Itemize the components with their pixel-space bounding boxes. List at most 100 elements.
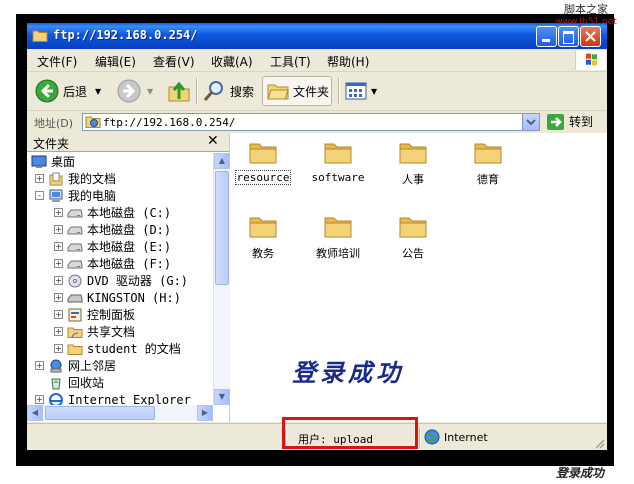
views-icon <box>345 82 367 100</box>
login-success-overlay: 登录成功 <box>292 358 404 387</box>
folder-icon <box>249 143 277 164</box>
forward-dropdown-icon[interactable]: ▼ <box>147 87 153 96</box>
menu-edit[interactable]: 编辑(E) <box>95 53 136 70</box>
scroll-down-icon[interactable]: ▼ <box>214 389 230 405</box>
search-button[interactable]: 搜索 <box>202 76 254 106</box>
tree-vertical-scrollbar[interactable]: ▲ ▼ <box>213 153 230 405</box>
expand-icon[interactable]: + <box>54 327 63 336</box>
dvd-icon <box>68 274 82 287</box>
tree-item[interactable]: + 本地磁盘 (D:) <box>54 221 171 238</box>
folder-icon <box>324 217 352 238</box>
tree-item[interactable]: + 网上邻居 <box>35 357 116 374</box>
tree-item-label: 我的电脑 <box>68 189 117 203</box>
folder-item[interactable]: 教师培训 <box>298 213 378 261</box>
screenshot-frame: ftp://192.168.0.254/ 文件(F) 编辑(E) 查看(V) 收… <box>16 14 614 466</box>
folder-icon <box>399 217 427 238</box>
folders-button[interactable]: 文件夹 <box>262 76 332 106</box>
address-bar: 地址(D) ftp://192.168.0.254/ 转到 <box>27 111 607 134</box>
forward-arrow-icon <box>117 79 141 103</box>
expand-icon[interactable]: + <box>35 395 44 404</box>
tree-item[interactable]: + 我的文档 <box>35 170 116 187</box>
address-dropdown-button[interactable] <box>522 114 539 130</box>
tree-item[interactable]: + 控制面板 <box>54 306 135 323</box>
tree-item[interactable]: + 本地磁盘 (C:) <box>54 204 171 221</box>
expand-icon[interactable]: + <box>35 174 44 183</box>
tree-item[interactable]: + 本地磁盘 (E:) <box>54 238 171 255</box>
watermark-url: www.Jb51.net <box>555 17 617 27</box>
go-button[interactable]: 转到 <box>547 113 593 130</box>
tree-horizontal-scrollbar[interactable]: ◀ ▶ <box>27 405 213 421</box>
folder-item[interactable]: resource <box>223 139 303 185</box>
tree-item[interactable]: + 共享文档 <box>54 323 135 340</box>
search-icon <box>203 81 223 101</box>
menu-tools[interactable]: 工具(T) <box>270 53 311 70</box>
folder-item[interactable]: 教务 <box>223 213 303 261</box>
folder-item[interactable]: software <box>298 139 378 184</box>
tree-item[interactable]: + 本地磁盘 (F:) <box>54 255 171 272</box>
tree-item[interactable]: 桌面 <box>31 153 75 170</box>
tree-item-label: 控制面板 <box>87 308 136 322</box>
tree-item[interactable]: - 我的电脑 <box>35 187 116 204</box>
views-button[interactable]: ▼ <box>345 76 377 106</box>
back-dropdown-icon[interactable]: ▼ <box>95 87 101 96</box>
menu-view[interactable]: 查看(V) <box>153 53 195 70</box>
tree-item-label: student 的文档 <box>87 342 181 356</box>
close-button[interactable] <box>580 26 601 47</box>
tree-item-label: DVD 驱动器 (G:) <box>87 274 189 288</box>
folder-item[interactable]: 人事 <box>373 139 453 187</box>
back-button[interactable]: 后退 ▼ <box>35 76 101 106</box>
expand-icon[interactable]: + <box>54 276 63 285</box>
close-icon <box>585 31 596 42</box>
menu-help[interactable]: 帮助(H) <box>327 53 369 70</box>
tree-item[interactable]: 回收站 <box>35 374 104 391</box>
drive-icon <box>67 209 83 217</box>
folder-item[interactable]: 公告 <box>373 213 453 261</box>
tree-item-label: 回收站 <box>68 376 105 390</box>
folders-pane-close-icon[interactable]: ✕ <box>207 133 219 149</box>
up-folder-button[interactable] <box>167 76 191 106</box>
highlight-box <box>282 417 418 449</box>
scroll-right-icon[interactable]: ▶ <box>197 405 213 421</box>
expand-icon[interactable]: + <box>35 361 44 370</box>
folder-icon <box>67 344 83 355</box>
scroll-left-icon[interactable]: ◀ <box>27 405 43 421</box>
windows-logo-icon <box>575 50 606 70</box>
tree-item-label: 共享文档 <box>87 325 136 339</box>
folders-label: 文件夹 <box>293 84 330 99</box>
maximize-button[interactable] <box>558 26 579 47</box>
resize-grip-icon[interactable] <box>593 437 605 449</box>
expand-icon[interactable]: + <box>54 208 63 217</box>
address-input[interactable]: ftp://192.168.0.254/ <box>82 113 540 131</box>
tree-item[interactable]: + student 的文档 <box>54 340 181 357</box>
folder-item[interactable]: 德育 <box>448 139 528 187</box>
status-zone-label: Internet <box>444 430 488 444</box>
menu-file[interactable]: 文件(F) <box>37 53 77 70</box>
explorer-window: ftp://192.168.0.254/ 文件(F) 编辑(E) 查看(V) 收… <box>27 23 607 450</box>
tree-item[interactable]: + KINGSTON (H:) <box>54 289 181 306</box>
desktop-icon <box>31 155 47 168</box>
tree-item[interactable]: + DVD 驱动器 (G:) <box>54 272 188 289</box>
expand-icon[interactable]: + <box>54 344 63 353</box>
views-dropdown-icon[interactable]: ▼ <box>371 87 377 96</box>
menu-favorites[interactable]: 收藏(A) <box>211 53 253 70</box>
up-folder-icon <box>168 81 190 102</box>
minimize-button[interactable] <box>536 26 557 47</box>
expand-icon[interactable]: + <box>54 293 63 302</box>
go-label: 转到 <box>569 115 594 129</box>
go-arrow-icon <box>547 113 564 130</box>
globe-icon <box>424 429 440 445</box>
collapse-icon[interactable]: - <box>35 191 44 200</box>
title-bar[interactable]: ftp://192.168.0.254/ <box>27 23 607 49</box>
hscroll-thumb[interactable] <box>45 406 155 420</box>
expand-icon[interactable]: + <box>54 225 63 234</box>
tree-item-label: KINGSTON (H:) <box>87 290 181 305</box>
folder-item-label: 德育 <box>477 173 499 186</box>
expand-icon[interactable]: + <box>54 310 63 319</box>
site-watermark: 脚本之家 www.Jb51.net <box>538 3 634 29</box>
minimize-icon <box>542 39 550 42</box>
back-arrow-icon <box>35 79 59 103</box>
shared-folder-icon <box>67 327 83 338</box>
expand-icon[interactable]: + <box>54 242 63 251</box>
expand-icon[interactable]: + <box>54 259 63 268</box>
forward-button[interactable]: ▼ <box>117 76 153 106</box>
